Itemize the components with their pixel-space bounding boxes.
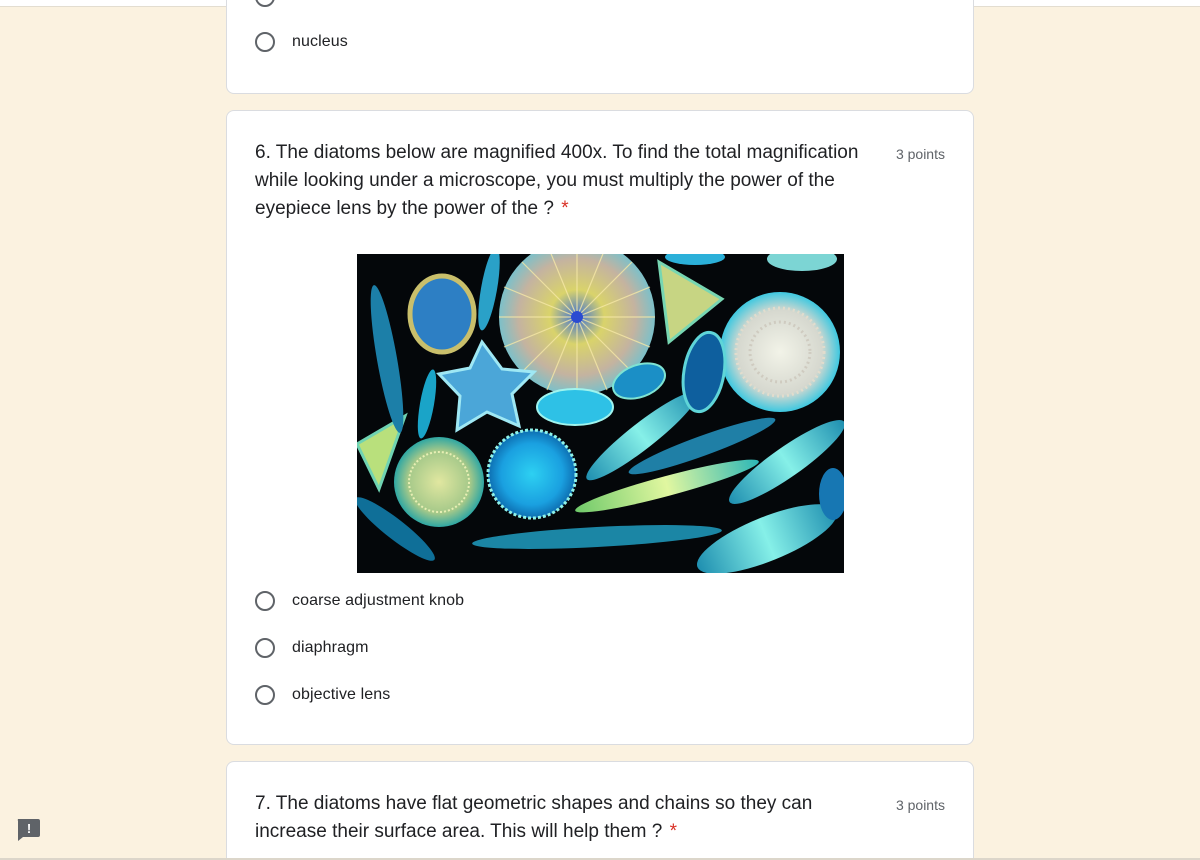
points-label: 3 points xyxy=(895,146,945,162)
option-coarse-adjustment-knob[interactable]: coarse adjustment knob xyxy=(255,588,464,614)
option-label: coarse adjustment knob xyxy=(292,592,465,609)
diatoms-micrograph-image xyxy=(357,254,844,573)
radio-unchecked-icon[interactable] xyxy=(255,638,275,658)
question-text: 6. The diatoms below are magnified 400x.… xyxy=(255,142,859,219)
required-asterisk: * xyxy=(669,821,677,842)
report-problem-icon[interactable]: ! xyxy=(15,818,41,842)
option-objective-lens[interactable]: objective lens xyxy=(255,682,390,708)
option-diaphragm[interactable]: diaphragm xyxy=(255,635,369,661)
option-label: diaphragm xyxy=(292,639,369,656)
option-label: nucleus xyxy=(292,33,348,50)
radio-unchecked-icon[interactable] xyxy=(255,591,275,611)
radio-unchecked-icon[interactable] xyxy=(255,32,275,52)
question-card-7: 7. The diatoms have flat geometric shape… xyxy=(226,761,974,860)
question-title: 7. The diatoms have flat geometric shape… xyxy=(255,790,880,846)
question-text: 7. The diatoms have flat geometric shape… xyxy=(255,793,813,842)
report-glyph: ! xyxy=(27,821,31,836)
points-label: 3 points xyxy=(895,797,945,813)
question-card-previous: nucleus xyxy=(226,0,974,94)
question-card-6: 6. The diatoms below are magnified 400x.… xyxy=(226,110,974,745)
question-title: 6. The diatoms below are magnified 400x.… xyxy=(255,139,880,223)
form-page: nucleus 6. The diatoms below are magnifi… xyxy=(0,0,1200,860)
required-asterisk: * xyxy=(561,198,569,219)
option-nucleus[interactable]: nucleus xyxy=(255,29,348,55)
radio-unchecked-icon[interactable] xyxy=(255,685,275,705)
option-label: objective lens xyxy=(292,686,391,703)
radio-unchecked-icon[interactable] xyxy=(255,0,275,7)
